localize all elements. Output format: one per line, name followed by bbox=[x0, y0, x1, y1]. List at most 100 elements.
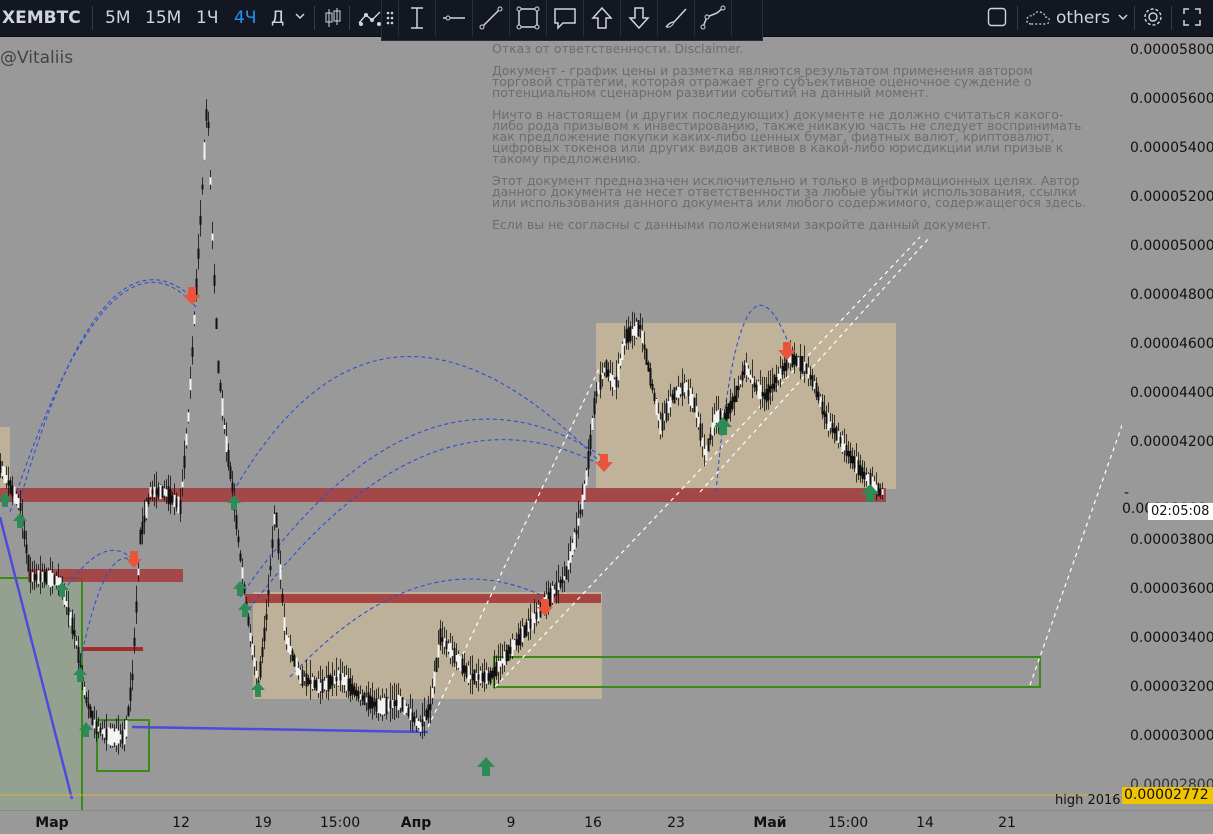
chevron-down-icon[interactable] bbox=[295, 12, 305, 24]
candle-body bbox=[223, 424, 226, 430]
candle-body bbox=[421, 719, 424, 727]
chevron-down-icon[interactable] bbox=[1118, 13, 1128, 25]
arrow-down-icon[interactable] bbox=[621, 0, 658, 36]
candle-body bbox=[387, 698, 390, 712]
candle-body bbox=[877, 483, 880, 497]
callout-icon[interactable] bbox=[547, 0, 584, 36]
fullscreen-icon[interactable] bbox=[1183, 8, 1201, 28]
candle-body bbox=[861, 467, 864, 479]
candle-body bbox=[147, 497, 150, 505]
candle-body bbox=[73, 630, 76, 637]
candle-body bbox=[617, 363, 620, 381]
candle-body bbox=[355, 689, 358, 697]
gear-icon[interactable] bbox=[1142, 6, 1164, 30]
candle-body bbox=[493, 666, 496, 677]
candle-body bbox=[461, 658, 464, 675]
candle-body bbox=[497, 660, 500, 672]
candle-body bbox=[501, 658, 504, 664]
candle-body bbox=[753, 382, 756, 388]
interval-4h[interactable]: 4Ч bbox=[234, 0, 256, 36]
time-axis[interactable]: Мар 12 19 15:00 Апр 9 16 23 Май 15:00 14… bbox=[0, 810, 1213, 834]
candle-body bbox=[821, 401, 824, 415]
candle-body bbox=[179, 500, 182, 514]
candle-body bbox=[865, 474, 868, 482]
candle-body bbox=[177, 496, 180, 514]
candlestick-icon[interactable] bbox=[324, 7, 342, 29]
candle-body bbox=[25, 544, 28, 554]
candle-body bbox=[527, 620, 530, 632]
grip-icon[interactable] bbox=[382, 0, 399, 36]
candle-body bbox=[57, 577, 60, 586]
candle-body bbox=[145, 501, 148, 519]
time-label: Мар bbox=[35, 815, 69, 831]
candle-body bbox=[743, 365, 746, 375]
candle-body bbox=[369, 695, 372, 709]
candle-body bbox=[193, 314, 196, 325]
price-axis[interactable]: 0.00005800 0.00005600 0.00005400 0.00005… bbox=[1122, 37, 1213, 810]
candle-body bbox=[433, 671, 436, 687]
sell-arrow bbox=[126, 551, 142, 568]
candle-body bbox=[157, 487, 160, 497]
candle-body bbox=[703, 448, 706, 456]
candle-body bbox=[445, 640, 448, 650]
symbol-label[interactable]: XEMBTC bbox=[2, 0, 81, 36]
candle-body bbox=[111, 728, 114, 746]
candle-body bbox=[715, 411, 718, 423]
candle-body bbox=[567, 560, 570, 570]
candle-body bbox=[197, 248, 200, 259]
candle-body bbox=[749, 374, 752, 380]
interval-5m[interactable]: 5М bbox=[105, 0, 130, 36]
candle-body bbox=[187, 412, 190, 422]
candle-body bbox=[255, 670, 258, 679]
time-label: Май bbox=[753, 815, 787, 831]
price-label: 0.00005200 bbox=[1130, 189, 1213, 205]
candle-body bbox=[631, 328, 634, 336]
candle-body bbox=[847, 450, 850, 457]
candle-body bbox=[251, 643, 254, 656]
candle-body bbox=[851, 455, 854, 464]
candle-body bbox=[389, 700, 392, 709]
drawing-toolbar bbox=[381, 0, 763, 41]
cursor-text-icon[interactable] bbox=[399, 0, 436, 36]
candle-body bbox=[643, 344, 646, 350]
price-label: 0.00003200 bbox=[1130, 679, 1213, 695]
path-icon[interactable] bbox=[695, 0, 732, 36]
candle-body bbox=[849, 450, 852, 464]
candle-body bbox=[565, 566, 568, 580]
brush-icon[interactable] bbox=[658, 0, 695, 36]
compare-label[interactable]: others bbox=[1056, 0, 1110, 36]
candle-body bbox=[151, 489, 154, 495]
candle-body bbox=[29, 571, 32, 583]
candle-body bbox=[289, 645, 292, 655]
candle-body bbox=[115, 728, 118, 746]
interval-1d[interactable]: Д bbox=[271, 0, 284, 36]
arrow-up-icon[interactable] bbox=[584, 0, 621, 36]
rectangle-icon[interactable] bbox=[510, 0, 547, 36]
horizontal-line-icon[interactable] bbox=[436, 0, 473, 36]
candle-body bbox=[671, 394, 674, 400]
candle-body bbox=[5, 475, 8, 483]
candle-body bbox=[397, 694, 400, 711]
candle-body bbox=[499, 660, 502, 667]
candle-body bbox=[149, 487, 152, 497]
candle-body bbox=[99, 727, 102, 733]
candle-body bbox=[675, 390, 678, 398]
candle-body bbox=[459, 656, 462, 672]
candle-body bbox=[277, 538, 280, 554]
candle-body bbox=[551, 585, 554, 603]
square-icon[interactable] bbox=[987, 7, 1007, 29]
candle-body bbox=[559, 580, 562, 588]
candle-body bbox=[761, 391, 764, 397]
indicators-icon[interactable] bbox=[357, 7, 383, 29]
interval-15m[interactable]: 15М bbox=[145, 0, 181, 36]
interval-1h[interactable]: 1Ч bbox=[196, 0, 218, 36]
candle-body bbox=[831, 423, 834, 433]
disclaimer-paragraph: Этот документ предназначен исключительно… bbox=[492, 173, 1087, 210]
candle-body bbox=[839, 437, 842, 444]
candle-body bbox=[407, 707, 410, 717]
candle-body bbox=[801, 356, 804, 374]
candle-body bbox=[435, 657, 438, 673]
trend-line-icon[interactable] bbox=[473, 0, 510, 36]
candle-body bbox=[465, 666, 468, 678]
candle-body bbox=[293, 655, 296, 667]
